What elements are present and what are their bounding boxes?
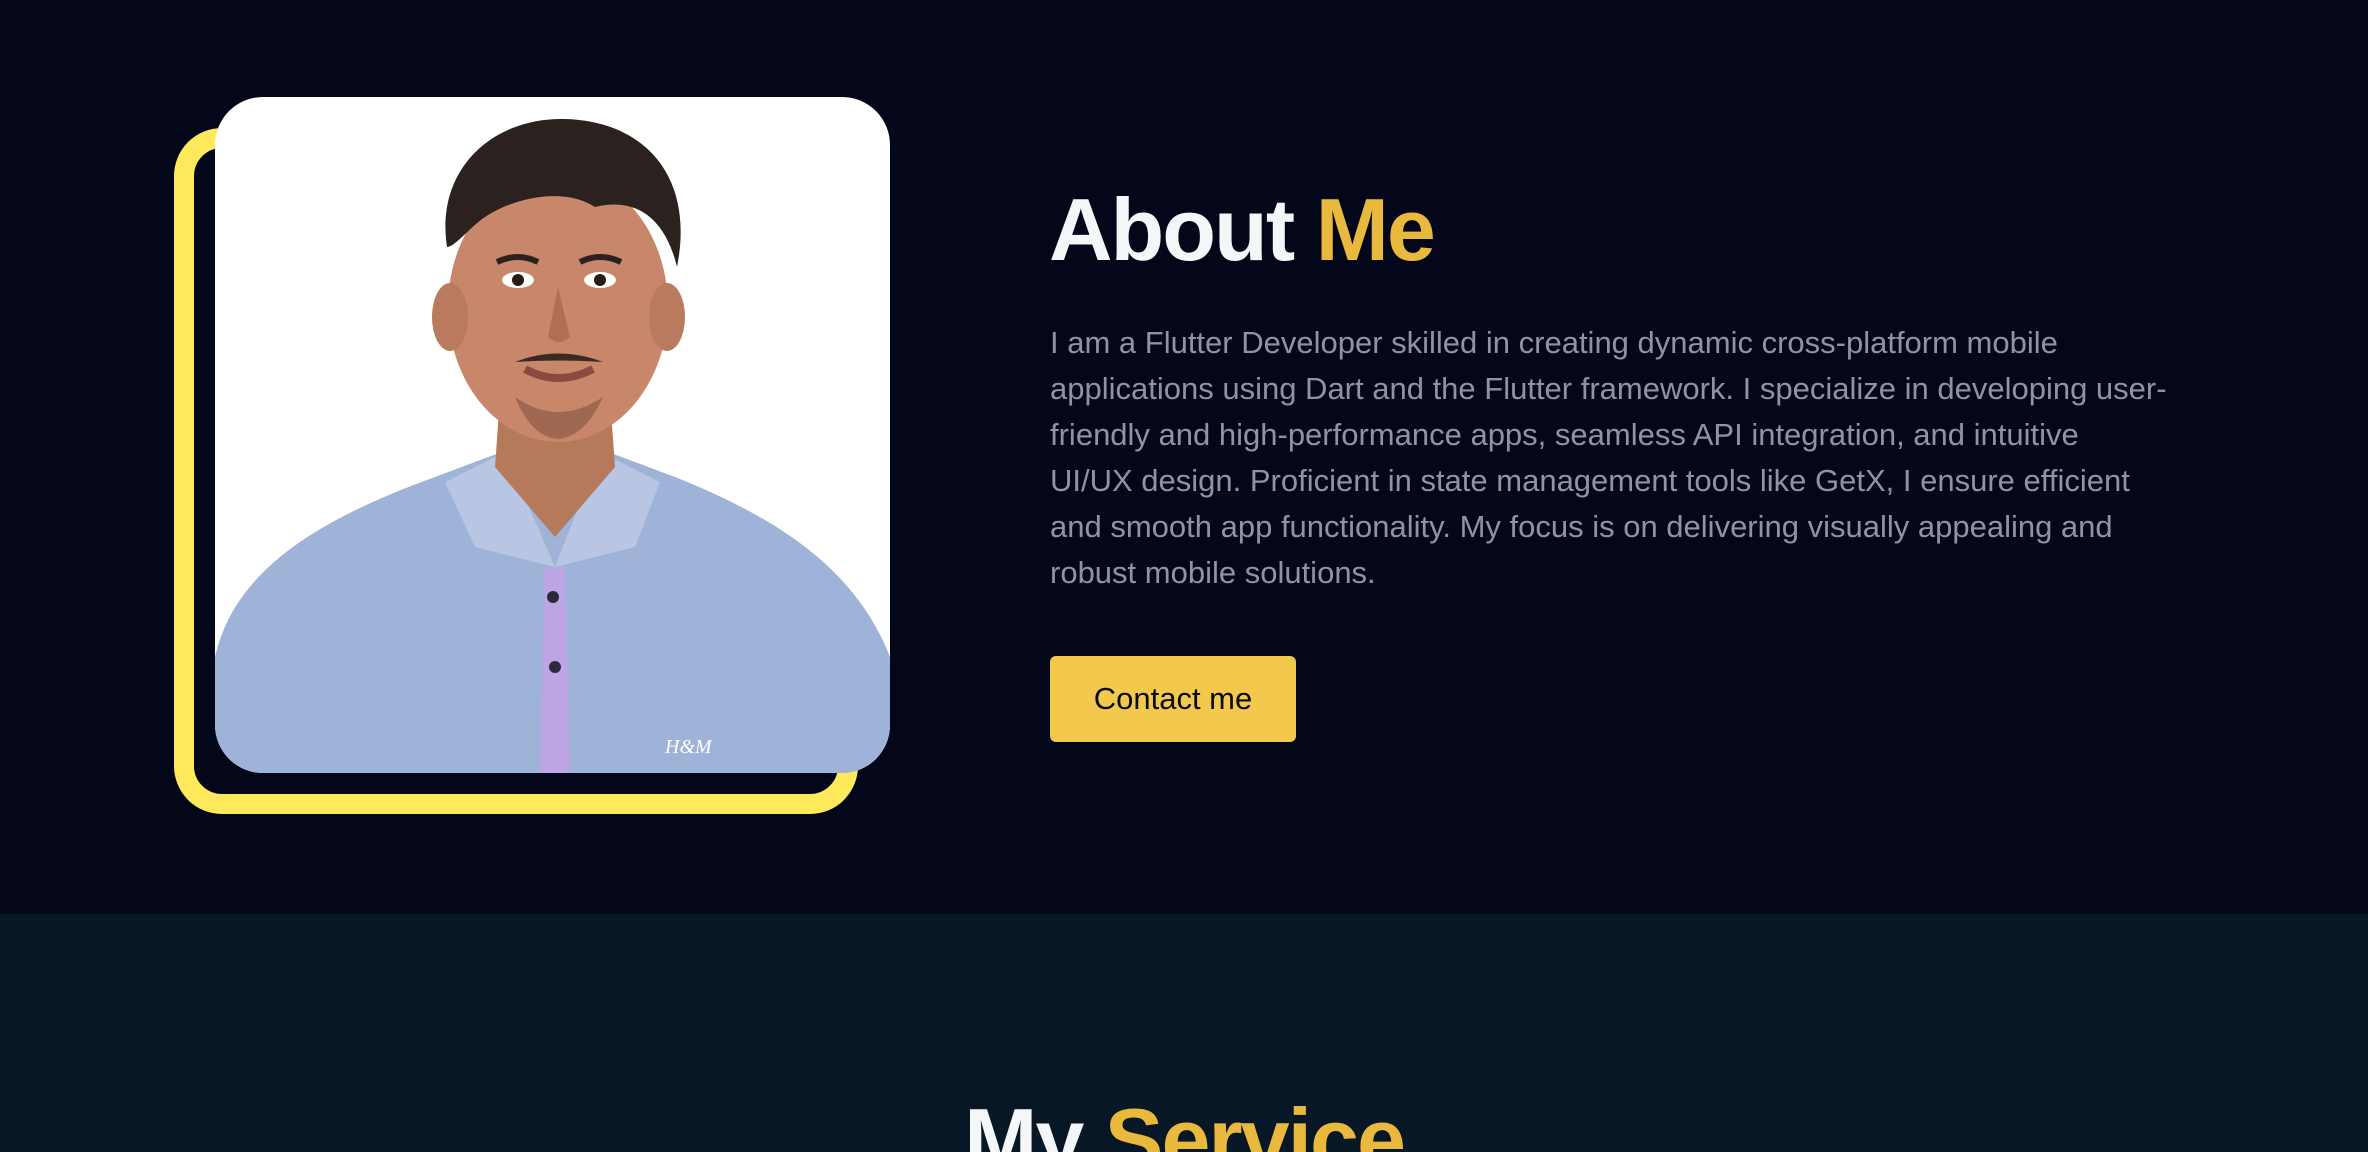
about-description: I am a Flutter Developer skilled in crea…	[1050, 325, 2167, 590]
profile-photo: H&M	[215, 97, 890, 773]
service-title-part2: Service	[1104, 1090, 1406, 1152]
service-title: My Service	[0, 1088, 2368, 1152]
about-title-part1: About	[1049, 180, 1295, 279]
about-title-part2: Me	[1315, 180, 1436, 279]
service-section: My Service	[0, 914, 2368, 1152]
about-section: H&M About Me I am a Flutter Developer sk…	[0, 0, 2368, 914]
profile-photo-image: H&M	[215, 118, 890, 773]
about-title: About Me	[1049, 178, 1436, 282]
service-title-part1: My	[964, 1090, 1084, 1152]
page: H&M About Me I am a Flutter Developer sk…	[0, 0, 2368, 1152]
contact-me-button[interactable]: Contact me	[1050, 656, 1296, 742]
svg-text:H&M: H&M	[664, 736, 713, 758]
